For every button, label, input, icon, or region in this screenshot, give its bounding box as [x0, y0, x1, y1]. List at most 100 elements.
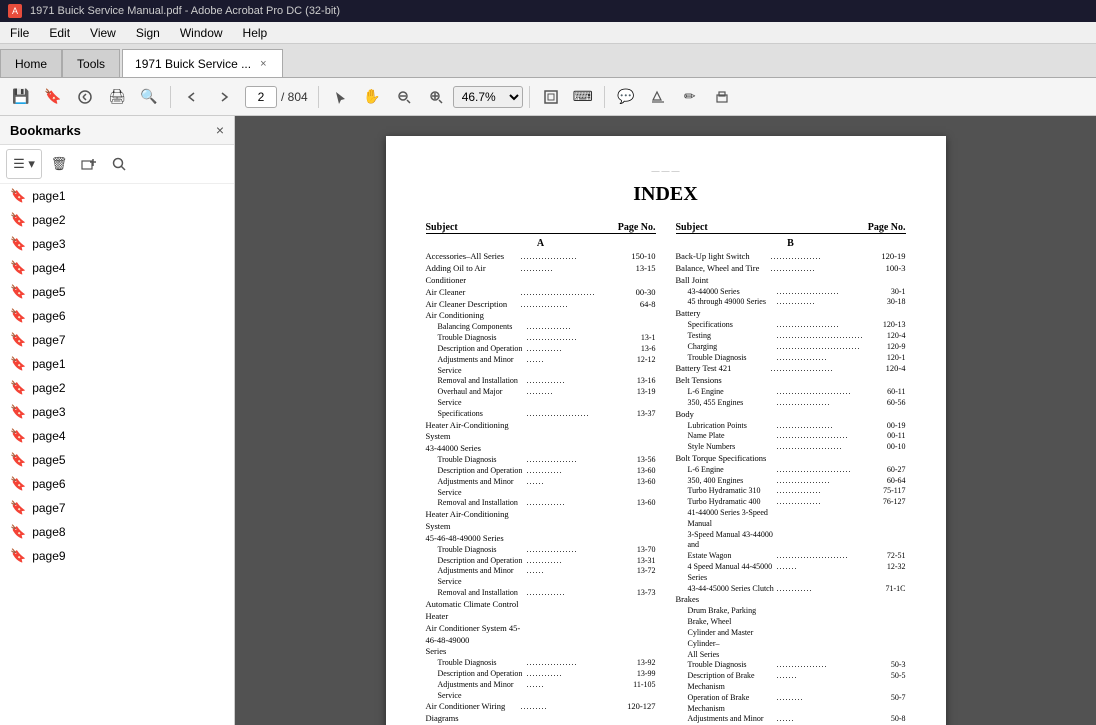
sidebar: Bookmarks × ☰ ▾ 🗑 🔖page1 🔖page2 🔖page3 🔖… — [0, 116, 235, 725]
list-item[interactable]: 🔖page4 — [0, 256, 234, 280]
menu-help[interactable]: Help — [233, 22, 278, 43]
sidebar-title: Bookmarks — [10, 123, 81, 138]
menu-view[interactable]: View — [80, 22, 126, 43]
menu-file[interactable]: File — [0, 22, 39, 43]
sidebar-delete-button[interactable]: 🗑 — [46, 152, 72, 176]
list-item[interactable]: 🔖page1 — [0, 184, 234, 208]
index-sub-entry: Description and Operation............13-… — [426, 669, 656, 680]
index-entry: Brakes — [676, 594, 906, 606]
index-entry: Heater Air-Conditioning System — [426, 509, 656, 533]
save-button[interactable]: 💾 — [6, 83, 36, 111]
index-sub-entry: Description and Operation............13-… — [426, 466, 656, 477]
fit-page-button[interactable] — [536, 83, 566, 111]
page-navigation: / 804 — [245, 86, 308, 108]
index-entry: Balance, Wheel and Tire...............10… — [676, 263, 906, 275]
faint-header: — — — — [426, 166, 906, 175]
zoom-out-button[interactable] — [389, 83, 419, 111]
index-sub-entry: All Series — [676, 650, 906, 661]
index-entry: 45-46-48-49000 Series — [426, 533, 656, 545]
zoom-level-select[interactable]: 46.7% 50% 75% 100% — [453, 86, 523, 108]
nav-next-button[interactable] — [209, 83, 239, 111]
index-sub-entry: L-6 Engine.........................60-11 — [676, 387, 906, 398]
markup-button[interactable]: ✏ — [675, 83, 705, 111]
tab-tools[interactable]: Tools — [62, 49, 120, 77]
list-item[interactable]: 🔖page2 — [0, 376, 234, 400]
col2-header: Subject Page No. — [676, 222, 906, 234]
index-sub-entry: Drum Brake, Parking Brake, Wheel — [676, 606, 906, 628]
list-item[interactable]: 🔖page4 — [0, 424, 234, 448]
index-title: INDEX — [426, 183, 906, 206]
list-item[interactable]: 🔖page2 — [0, 208, 234, 232]
index-sub-entry: Trouble Diagnosis.................13-56 — [426, 455, 656, 466]
index-col-2: Subject Page No. B Back-Up light Switch.… — [676, 222, 906, 725]
tab-close-button[interactable]: × — [257, 57, 269, 71]
index-sub-entry: Operation of Brake Mechanism.........50-… — [676, 693, 906, 715]
index-sub-entry: Specifications.....................13-37 — [426, 409, 656, 420]
index-entry: Air Cleaner.........................00-3… — [426, 287, 656, 299]
index-entry: Belt Tensions — [676, 375, 906, 387]
index-entry: Battery Test 421.....................120… — [676, 363, 906, 375]
find-button[interactable]: 🔍 — [134, 83, 164, 111]
previous-page-button[interactable] — [70, 83, 100, 111]
index-entry: Body — [676, 409, 906, 421]
sidebar-collapse-button[interactable]: ◀ — [234, 401, 235, 441]
index-sub-entry: Trouble Diagnosis.................50-3 — [676, 660, 906, 671]
menu-window[interactable]: Window — [170, 22, 233, 43]
keyboard-button[interactable]: ⌨ — [568, 83, 598, 111]
index-entry: Air Conditioner System 45-46-48-49000 — [426, 623, 656, 647]
index-sub-entry: L-6 Engine.........................60-27 — [676, 465, 906, 476]
window-title: 1971 Buick Service Manual.pdf - Adobe Ac… — [30, 5, 340, 17]
bookmark-icon: 🔖 — [10, 260, 26, 276]
list-item[interactable]: 🔖page1 — [0, 352, 234, 376]
toolbar: 💾 🔖 🖨 🔍 / 804 ✋ 46.7% 50% 75% 100% — [0, 78, 1096, 116]
list-item[interactable]: 🔖page8 — [0, 520, 234, 544]
comment-button[interactable]: 💬 — [611, 83, 641, 111]
index-sub-entry: Specifications.....................120-1… — [676, 320, 906, 331]
menu-bar: File Edit View Sign Window Help — [0, 22, 1096, 44]
index-sub-entry: Description of Brake Mechanism.......50-… — [676, 671, 906, 693]
stamp-button[interactable] — [707, 83, 737, 111]
menu-sign[interactable]: Sign — [126, 22, 170, 43]
sidebar-add-button[interactable] — [76, 152, 102, 176]
sidebar-view-button[interactable]: ☰ ▾ — [11, 152, 37, 176]
index-sub-entry: Balancing Components............... — [426, 322, 656, 333]
bookmark-icon: 🔖 — [10, 236, 26, 252]
list-item[interactable]: 🔖page3 — [0, 232, 234, 256]
bookmark-button[interactable]: 🔖 — [38, 83, 68, 111]
list-item[interactable]: 🔖page5 — [0, 280, 234, 304]
sidebar-close-button[interactable]: × — [216, 122, 224, 138]
index-sub-entry: Trouble Diagnosis.................13-1 — [426, 333, 656, 344]
index-sub-entry: Turbo Hydramatic 310...............75-11… — [676, 486, 906, 497]
index-sub-entry: 350, 400 Engines..................60-64 — [676, 476, 906, 487]
list-item[interactable]: 🔖page5 — [0, 448, 234, 472]
bookmark-icon: 🔖 — [10, 332, 26, 348]
tab-document[interactable]: 1971 Buick Service ... × — [122, 49, 283, 77]
page-number-input[interactable] — [245, 86, 277, 108]
select-tool-button[interactable] — [325, 83, 355, 111]
list-item[interactable]: 🔖page6 — [0, 304, 234, 328]
index-sub-entry: Adjustments and Minor Service......11-10… — [426, 680, 656, 702]
index-sub-entry: Name Plate........................00-11 — [676, 431, 906, 442]
list-item[interactable]: 🔖page3 — [0, 400, 234, 424]
index-entry: Ball Joint — [676, 275, 906, 287]
highlight-button[interactable] — [643, 83, 673, 111]
index-sub-entry: 3-Speed Manual 43-44000 and — [676, 530, 906, 552]
menu-edit[interactable]: Edit — [39, 22, 80, 43]
bookmark-icon: 🔖 — [10, 188, 26, 204]
index-entry: Bolt Torque Specifications — [676, 453, 906, 465]
sidebar-search-button[interactable] — [106, 152, 132, 176]
list-item[interactable]: 🔖page9 — [0, 544, 234, 568]
index-entry: Heater Air-Conditioning System — [426, 420, 656, 444]
nav-prev-button[interactable] — [177, 83, 207, 111]
bookmark-icon: 🔖 — [10, 428, 26, 444]
zoom-in-button[interactable] — [421, 83, 451, 111]
tab-home[interactable]: Home — [0, 49, 62, 77]
index-sub-entry: Testing.............................120-… — [676, 331, 906, 342]
hand-tool-button[interactable]: ✋ — [357, 83, 387, 111]
pdf-viewer[interactable]: — — — INDEX Subject Page No. A Accessori… — [235, 116, 1096, 725]
list-item[interactable]: 🔖page7 — [0, 328, 234, 352]
section-b: B — [676, 238, 906, 249]
list-item[interactable]: 🔖page6 — [0, 472, 234, 496]
list-item[interactable]: 🔖page7 — [0, 496, 234, 520]
print-button[interactable]: 🖨 — [102, 83, 132, 111]
